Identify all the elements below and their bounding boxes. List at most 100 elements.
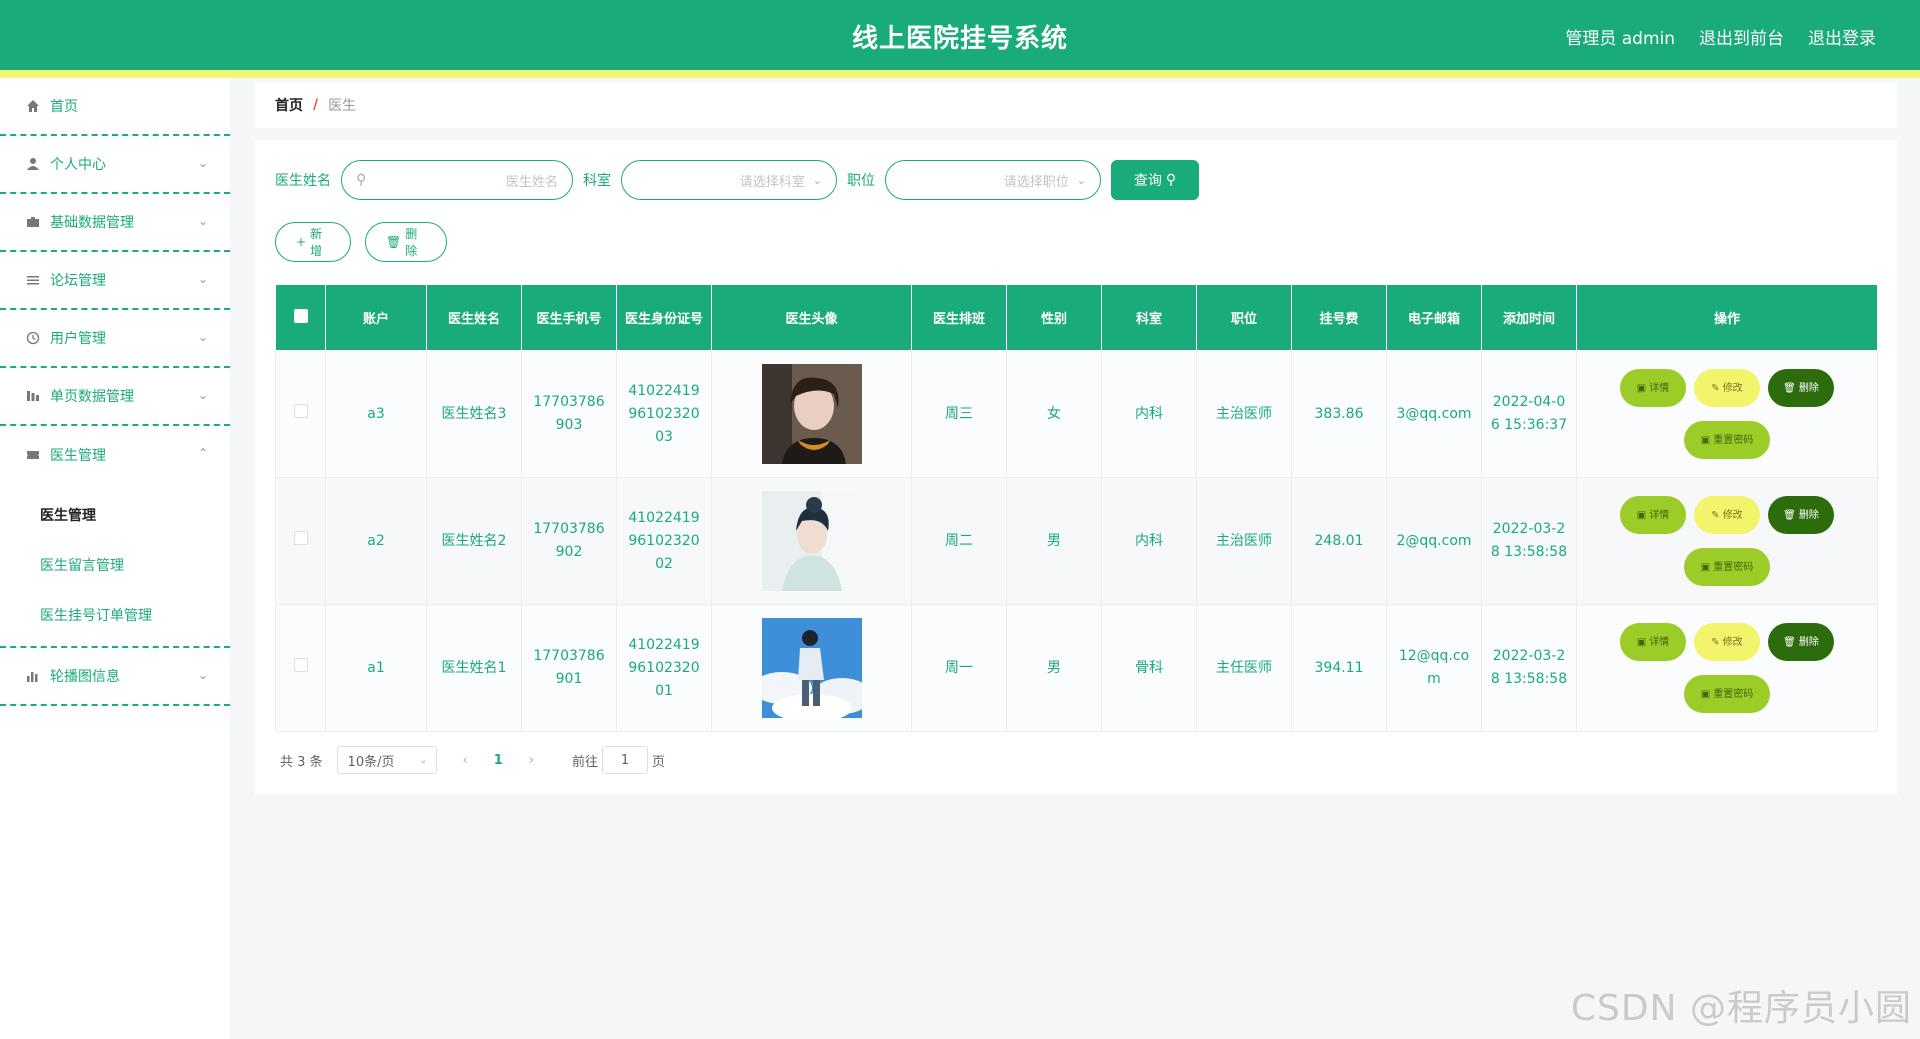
sidebar-item-personal-center[interactable]: 个人中心 ⌄ — [0, 136, 230, 194]
cell-name: 医生姓名1 — [426, 604, 522, 732]
table-row: a3 医生姓名3 17703786903 410224199610232003 … — [275, 350, 1878, 478]
delete-button[interactable]: 🗑 删除 — [365, 222, 447, 262]
table-header-row: 账户 医生姓名 医生手机号 医生身份证号 医生头像 医生排班 性别 科室 职位 … — [275, 284, 1878, 351]
doc-icon: ▣ — [1700, 561, 1711, 573]
doc-icon: ▣ — [1700, 688, 1711, 700]
cell-email: 12@qq.com — [1386, 604, 1482, 732]
row-delete-button[interactable]: 🗑 删除 — [1768, 369, 1834, 407]
cell-name: 医生姓名2 — [426, 477, 522, 605]
table-row: a1 医生姓名1 17703786901 410224199610232001 — [275, 604, 1878, 732]
detail-button[interactable]: ▣ 详情 — [1620, 369, 1686, 407]
cell-gender: 女 — [1006, 350, 1102, 478]
sidebar-item-label: 轮播图信息 — [50, 669, 120, 685]
row-checkbox-cell — [275, 604, 326, 732]
total-count: 共 3 条 — [280, 754, 323, 770]
sidebar-item-base-data[interactable]: 基础数据管理 ⌄ — [0, 194, 230, 252]
sidebar-item-home[interactable]: 首页 — [0, 78, 230, 136]
ops-line: ▣ 详情 ✎ 修改 🗑 删除 — [1620, 496, 1834, 534]
cell-phone: 17703786902 — [521, 477, 617, 605]
pencil-icon: ✎ — [1711, 509, 1720, 521]
cell-schedule: 周二 — [911, 477, 1007, 605]
cell-avatar — [711, 350, 912, 478]
sub-item-doctor-messages[interactable]: 医生留言管理 — [0, 540, 230, 590]
dept-select[interactable]: 请选择科室 ⌄ — [621, 160, 837, 200]
sidebar: 首页 个人中心 ⌄ 基础数据管理 ⌄ 论坛管理 ⌄ 用户管理 ⌄ 单页数据管理 … — [0, 78, 230, 1039]
sidebar-item-label: 个人中心 — [50, 157, 106, 173]
col-schedule: 医生排班 — [911, 284, 1007, 351]
cell-avatar — [711, 477, 912, 605]
edit-button[interactable]: ✎ 修改 — [1694, 623, 1760, 661]
goto-label: 前往 — [572, 754, 599, 770]
sidebar-item-doctors[interactable]: 医生管理 ⌃ — [0, 426, 230, 484]
chevron-down-icon: ⌄ — [197, 214, 208, 228]
row-delete-button[interactable]: 🗑 删除 — [1768, 496, 1834, 534]
prev-page-button[interactable]: ‹ — [463, 753, 468, 768]
cell-schedule: 周三 — [911, 350, 1007, 478]
reset-label: 重置密码 — [1713, 688, 1754, 700]
add-button[interactable]: + 新增 — [275, 222, 351, 262]
doctor-name-input[interactable]: ⚲ 医生姓名 — [341, 160, 573, 200]
goto-page-input[interactable]: 1 — [602, 746, 649, 774]
delete-label: 删除 — [405, 227, 418, 258]
chevron-down-icon: ⌄ — [812, 173, 822, 187]
detail-button[interactable]: ▣ 详情 — [1620, 623, 1686, 661]
breadcrumb-home[interactable]: 首页 — [275, 95, 303, 115]
doctor-submenu: 医生管理 医生留言管理 医生挂号订单管理 — [0, 484, 230, 648]
page-number[interactable]: 1 — [494, 753, 503, 768]
reset-label: 重置密码 — [1713, 434, 1754, 446]
cell-email: 2@qq.com — [1386, 477, 1482, 605]
dept-label: 科室 — [583, 173, 611, 189]
sidebar-item-label: 首页 — [50, 99, 78, 115]
reset-password-button[interactable]: ▣ 重置密码 — [1684, 548, 1770, 586]
sub-item-doctor-manage[interactable]: 医生管理 — [0, 490, 230, 540]
edit-button[interactable]: ✎ 修改 — [1694, 369, 1760, 407]
chevron-down-icon: ⌄ — [419, 754, 428, 766]
page-size-select[interactable]: 10条/页 ⌄ — [336, 746, 437, 774]
checkbox[interactable] — [293, 308, 308, 323]
cell-phone: 17703786903 — [521, 350, 617, 478]
exit-to-front-link[interactable]: 退出到前台 — [1699, 24, 1784, 49]
edit-button[interactable]: ✎ 修改 — [1694, 496, 1760, 534]
pencil-icon: ✎ — [1711, 636, 1720, 648]
row-delete-button[interactable]: 🗑 删除 — [1768, 623, 1834, 661]
cell-gender: 男 — [1006, 604, 1102, 732]
header-stripe — [0, 70, 1920, 78]
trash-icon: 🗑 — [1783, 509, 1796, 521]
home-icon — [24, 97, 42, 115]
sidebar-item-carousel[interactable]: 轮播图信息 ⌄ — [0, 648, 230, 706]
query-button[interactable]: 查询 ⚲ — [1111, 160, 1199, 200]
ops-line: ▣ 详情 ✎ 修改 🗑 删除 — [1620, 623, 1834, 661]
action-row: + 新增 🗑 删除 — [275, 222, 447, 262]
col-name: 医生姓名 — [426, 284, 522, 351]
chart-icon — [24, 387, 42, 405]
reset-password-button[interactable]: ▣ 重置密码 — [1684, 421, 1770, 459]
search-icon: ⚲ — [356, 172, 367, 188]
checkbox[interactable] — [293, 403, 308, 418]
sidebar-item-single-page[interactable]: 单页数据管理 ⌄ — [0, 368, 230, 426]
logout-link[interactable]: 退出登录 — [1808, 24, 1876, 49]
detail-button[interactable]: ▣ 详情 — [1620, 496, 1686, 534]
col-gender: 性别 — [1006, 284, 1102, 351]
list-icon — [24, 271, 42, 289]
chevron-down-icon: ⌄ — [197, 156, 208, 170]
position-select[interactable]: 请选择职位 ⌄ — [885, 160, 1101, 200]
trash-icon: 🗑 — [1783, 636, 1796, 648]
sidebar-item-users[interactable]: 用户管理 ⌄ — [0, 310, 230, 368]
cell-dept: 内科 — [1101, 477, 1197, 605]
next-page-button[interactable]: › — [529, 753, 534, 768]
sidebar-item-label: 基础数据管理 — [50, 215, 134, 231]
ops-group: ▣ 详情 ✎ 修改 🗑 删除 ▣ 重置密码 — [1585, 496, 1869, 586]
cell-fee: 383.86 — [1291, 350, 1387, 478]
user-icon — [24, 155, 42, 173]
sub-item-doctor-orders[interactable]: 医生挂号订单管理 — [0, 590, 230, 640]
checkbox[interactable] — [293, 657, 308, 672]
checkbox[interactable] — [293, 530, 308, 545]
sidebar-item-forum[interactable]: 论坛管理 ⌄ — [0, 252, 230, 310]
select-all-checkbox[interactable] — [275, 284, 326, 351]
sidebar-item-label: 医生管理 — [50, 448, 106, 464]
col-fee: 挂号费 — [1291, 284, 1387, 351]
chevron-down-icon: ⌄ — [197, 330, 208, 344]
header-actions: 管理员 admin 退出到前台 退出登录 — [1565, 24, 1876, 49]
detail-label: 详情 — [1649, 636, 1670, 648]
reset-password-button[interactable]: ▣ 重置密码 — [1684, 675, 1770, 713]
